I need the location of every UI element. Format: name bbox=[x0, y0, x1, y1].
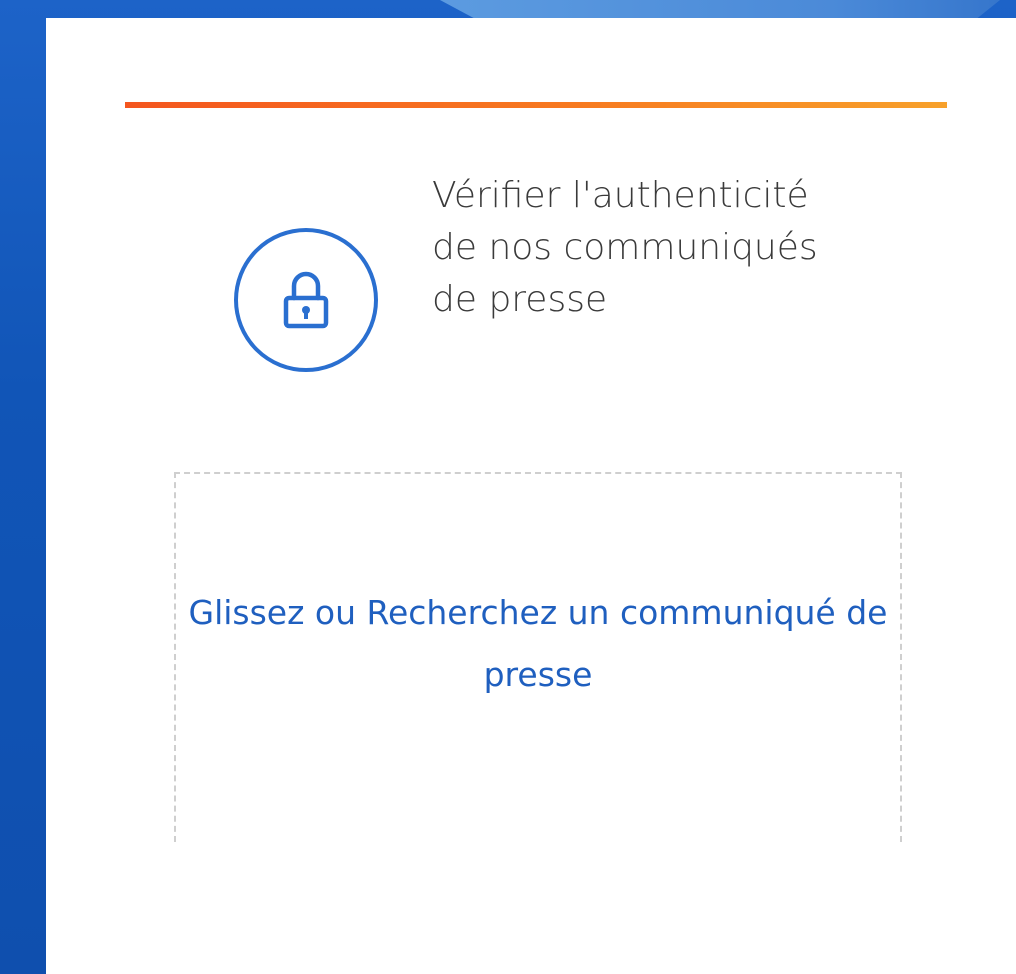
lock-badge bbox=[234, 228, 378, 372]
press-release-drop-zone[interactable]: Glissez ou Recherchez un communiqué de p… bbox=[174, 472, 902, 842]
verify-heading: Vérifier l'authenticité de nos communiqu… bbox=[432, 175, 818, 320]
accent-divider bbox=[125, 102, 947, 108]
drop-zone-label[interactable]: Glissez ou Recherchez un communiqué de p… bbox=[176, 582, 900, 706]
verification-panel: Vérifier l'authenticité de nos communiqu… bbox=[46, 18, 1016, 974]
lock-icon bbox=[283, 271, 329, 329]
header-stripe bbox=[440, 0, 1000, 18]
